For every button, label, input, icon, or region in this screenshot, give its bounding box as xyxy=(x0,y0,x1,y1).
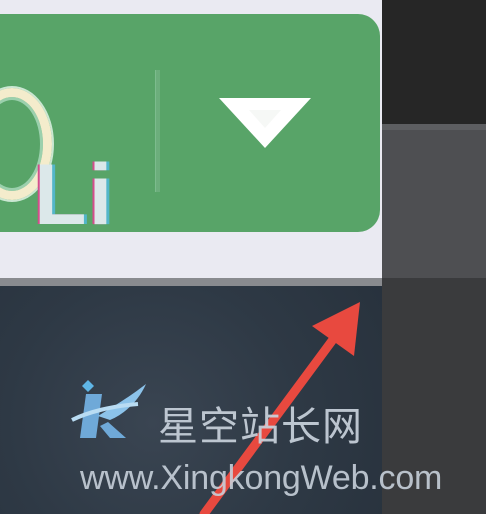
column-header-label: Li xyxy=(34,147,115,243)
canvas-area xyxy=(0,286,382,514)
screenshot-stage: Li 星空站长网 www.XingkongWeb.com xyxy=(0,0,486,514)
dropdown-toggle-button[interactable] xyxy=(160,14,380,232)
column-header[interactable] xyxy=(382,124,486,278)
panel-divider xyxy=(0,278,382,286)
triangle-down-icon xyxy=(219,98,311,148)
right-panel-body xyxy=(382,278,486,514)
right-panel-top xyxy=(382,0,486,124)
right-panel xyxy=(382,0,486,514)
